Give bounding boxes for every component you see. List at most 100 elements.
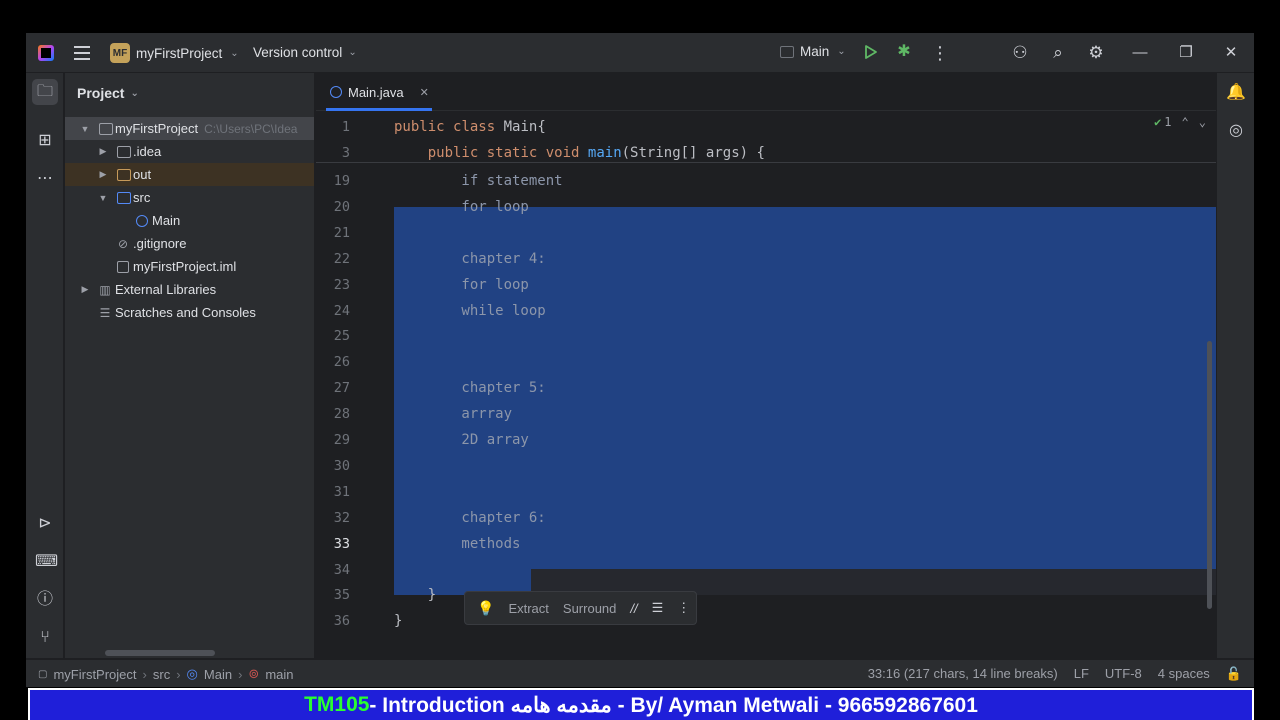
project-panel-title[interactable]: Project ⌄ — [77, 85, 139, 101]
chevron-down-icon: ⌄ — [130, 87, 139, 99]
run-icon[interactable] — [864, 44, 878, 60]
tree-node-project-root[interactable]: ▼ myFirstProject C:\Users\PC\Idea — [65, 117, 314, 140]
line-number: 33 — [333, 535, 350, 552]
surround-button[interactable]: Surround — [563, 601, 616, 616]
file-encoding[interactable]: UTF-8 — [1105, 666, 1142, 682]
problems-tool-icon[interactable]: ⓘ — [35, 590, 55, 610]
git-tool-icon[interactable]: ⑂ — [35, 628, 55, 648]
chevron-down-icon[interactable]: ⌄ — [1199, 115, 1206, 129]
code-line: methods — [394, 535, 521, 552]
extract-button[interactable]: Extract — [508, 601, 548, 616]
line-number: 32 — [333, 509, 350, 526]
chevron-right-icon[interactable]: ▶ — [79, 284, 91, 295]
chevron-down-icon[interactable]: ▼ — [79, 124, 91, 134]
tree-node-label: External Libraries — [115, 282, 217, 297]
debug-icon[interactable]: ✱ — [895, 43, 913, 61]
line-number: 35 — [333, 587, 350, 604]
chevron-down-icon[interactable]: ▼ — [97, 193, 109, 203]
reformat-icon[interactable]: ☰ — [652, 600, 664, 616]
code-line: } — [394, 613, 403, 630]
more-actions-icon[interactable]: ⋮ — [677, 600, 690, 616]
add-user-icon[interactable]: ⚇ — [1010, 43, 1030, 63]
code-line: chapter 6: — [394, 509, 546, 526]
tree-node-external-libraries[interactable]: ▶ ▥ External Libraries — [65, 278, 314, 301]
inspection-widget[interactable]: ✔ 1 ⌃ ⌄ — [1154, 115, 1206, 129]
tree-node-label: out — [133, 167, 152, 182]
code-line: if statement — [394, 173, 563, 189]
chevron-right-icon[interactable]: ▶ — [97, 146, 109, 157]
breadcrumb-item[interactable]: src — [153, 667, 170, 682]
tree-node-scratches[interactable]: ☰ Scratches and Consoles — [65, 301, 314, 324]
title-bar: MF myFirstProject ⌄ Version control ⌄ Ma… — [26, 33, 1254, 73]
line-number-gutter: 1 3 19 20 21 22 23 24 25 26 27 28 29 30 31 32 33 34 35 36 — [316, 111, 376, 658]
lightbulb-icon[interactable]: 💡 — [477, 600, 494, 617]
module-icon: ▢ — [38, 668, 48, 680]
project-switcher[interactable]: MF myFirstProject ⌄ — [110, 43, 239, 63]
code-line: } — [394, 587, 437, 604]
terminal-tool-icon[interactable]: ⌨ — [35, 552, 58, 572]
editor-area: Main.java ✕ 1 3 19 20 21 22 23 24 25 26 27 28 29 30 31… — [316, 73, 1216, 658]
banner-code: TM105 — [304, 693, 370, 716]
caret-position[interactable]: 33:16 (217 chars, 14 line breaks) — [868, 666, 1058, 682]
line-number: 21 — [333, 224, 350, 241]
comment-button[interactable]: // — [630, 601, 637, 616]
chevron-right-icon[interactable]: ▶ — [97, 169, 109, 180]
tree-node-label: Scratches and Consoles — [115, 305, 256, 320]
breadcrumb-item[interactable]: main — [265, 667, 293, 682]
tree-node-label: .idea — [133, 144, 162, 159]
version-control-menu[interactable]: Version control ⌄ — [253, 45, 357, 60]
main-menu-icon[interactable] — [74, 46, 90, 60]
run-config-selector[interactable]: Main ⌄ — [780, 44, 846, 59]
structure-tool-icon[interactable]: ⊞ — [35, 131, 55, 151]
line-number: 19 — [333, 173, 350, 189]
close-icon[interactable]: ✕ — [1221, 43, 1241, 63]
indent-setting[interactable]: 4 spaces — [1158, 666, 1210, 682]
tree-node-idea[interactable]: ▶ .idea — [65, 140, 314, 163]
settings-gear-icon[interactable]: ⚙ — [1086, 43, 1106, 63]
tab-main-java[interactable]: Main.java ✕ — [326, 73, 433, 111]
services-tool-icon[interactable]: ⊳ — [35, 514, 55, 534]
scratches-icon: ☰ — [99, 305, 111, 320]
tree-node-out[interactable]: ▶ out — [65, 163, 314, 186]
search-icon[interactable]: ⌕ — [1048, 43, 1068, 63]
code-line: public static void main(String[] args) { — [427, 145, 765, 161]
project-tool-icon[interactable]: 🗀 — [32, 79, 58, 105]
notifications-bell-icon[interactable]: 🔔 — [1226, 83, 1246, 103]
line-separator[interactable]: LF — [1074, 666, 1089, 682]
line-number: 29 — [333, 432, 350, 448]
tab-label: Main.java — [348, 84, 404, 100]
more-actions-icon[interactable]: ⋮ — [931, 43, 949, 64]
project-root-path: C:\Users\PC\Idea — [204, 122, 298, 136]
line-number: 25 — [333, 328, 350, 345]
check-icon: ✔ 1 — [1154, 115, 1172, 129]
ai-assistant-icon[interactable]: ◎ — [1226, 121, 1246, 141]
breadcrumb-item[interactable]: Main — [204, 667, 232, 682]
restore-icon[interactable]: ❐ — [1176, 43, 1196, 63]
close-tab-icon[interactable]: ✕ — [420, 86, 429, 99]
breadcrumb-item[interactable]: myFirstProject — [53, 667, 136, 682]
tree-node-main[interactable]: Main — [65, 209, 314, 232]
minimize-icon[interactable]: — — [1130, 43, 1150, 63]
line-number: 26 — [333, 354, 350, 371]
project-name: myFirstProject — [136, 45, 223, 61]
line-number: 36 — [333, 613, 350, 630]
horizontal-scrollbar[interactable] — [105, 650, 215, 656]
chevron-down-icon: ⌄ — [837, 46, 846, 57]
run-config-icon — [780, 45, 794, 58]
chevron-down-icon: ⌄ — [230, 47, 239, 59]
more-tools-icon[interactable]: ⋯ — [35, 169, 55, 189]
read-only-lock-icon[interactable]: 🔓 — [1226, 666, 1242, 682]
ide-window: MF myFirstProject ⌄ Version control ⌄ Ma… — [26, 33, 1254, 687]
video-caption-banner: TM105 - Introduction مقدمه هامه - By/ Ay… — [28, 688, 1254, 720]
vertical-scrollbar[interactable] — [1207, 341, 1212, 609]
tree-node-iml[interactable]: myFirstProject.iml — [65, 255, 314, 278]
project-badge: MF — [110, 43, 130, 63]
tree-node-src[interactable]: ▼ src — [65, 186, 314, 209]
project-panel: Project ⌄ ▼ myFirstProject C:\Users\PC\Id… — [65, 73, 315, 658]
intellij-logo-icon — [38, 45, 54, 61]
right-tool-strip: 🔔 ◎ — [1216, 73, 1254, 658]
tree-node-gitignore[interactable]: ⊘ .gitignore — [65, 232, 314, 255]
chevron-up-icon[interactable]: ⌃ — [1182, 115, 1189, 129]
line-number: 27 — [333, 380, 350, 397]
code-editor[interactable]: 1 3 19 20 21 22 23 24 25 26 27 28 29 30 31 32 33 34 35 36 ✔… — [316, 111, 1216, 658]
